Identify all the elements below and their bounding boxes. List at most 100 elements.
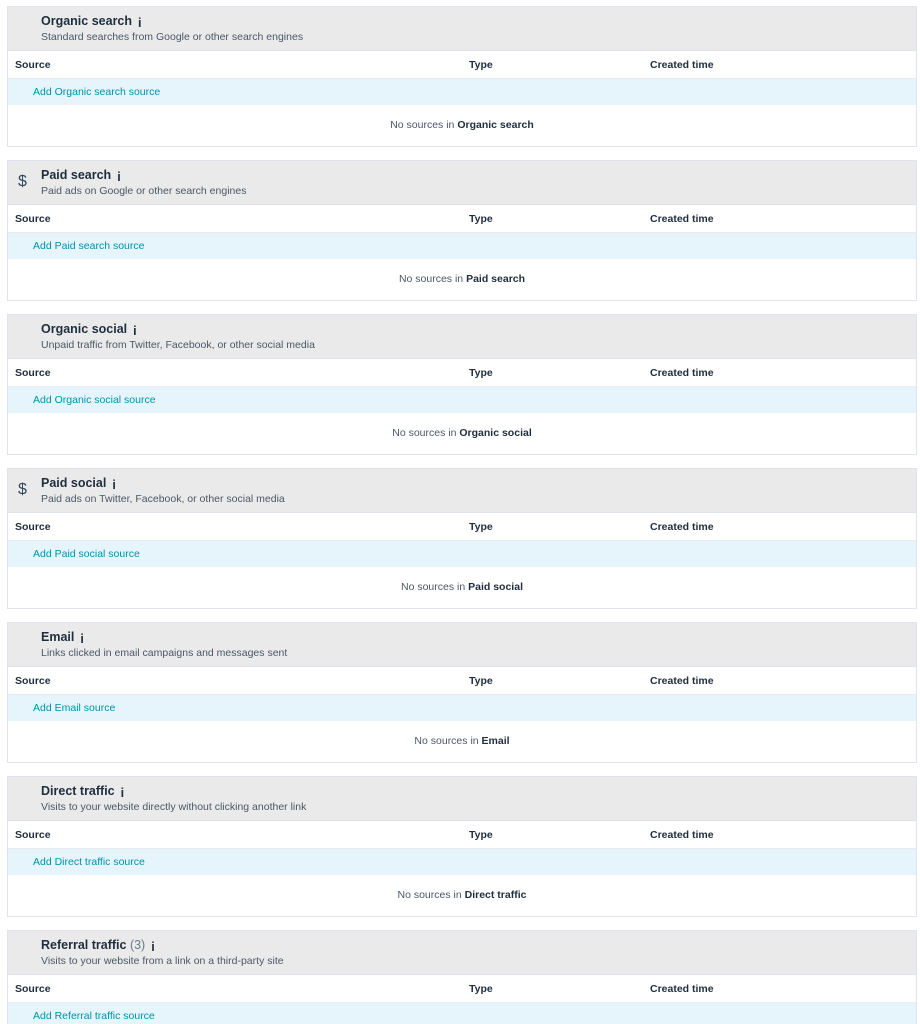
category-description: Unpaid traffic from Twitter, Facebook, o… <box>41 339 315 351</box>
source-count: (3) <box>129 938 146 952</box>
empty-state-category: Paid search <box>466 273 526 285</box>
column-header-created-time[interactable]: Created time <box>650 521 714 533</box>
column-header-type[interactable]: Type <box>469 521 493 533</box>
empty-state-message: No sources in Organic social <box>8 413 916 454</box>
plus-circle-icon <box>15 85 28 98</box>
add-source-label: Add Organic social source <box>33 394 156 406</box>
info-icon[interactable]: i <box>120 786 133 800</box>
category-description: Paid ads on Twitter, Facebook, or other … <box>41 493 285 505</box>
category-header: Organic social i Unpaid traffic from Twitt… <box>8 315 916 359</box>
category-title: Direct traffic i <box>41 784 133 800</box>
category-title-text: Email <box>41 630 75 644</box>
column-header-type[interactable]: Type <box>469 675 493 687</box>
column-header-source[interactable]: Source <box>15 367 51 379</box>
email-inbox-icon <box>18 635 32 649</box>
source-category-panel: Organic social i Unpaid traffic from Twitt… <box>7 314 917 455</box>
column-header-source[interactable]: Source <box>15 675 51 687</box>
add-source-label: Add Direct traffic source <box>33 856 145 868</box>
column-header-created-time[interactable]: Created time <box>650 59 714 71</box>
column-header-source[interactable]: Source <box>15 521 51 533</box>
chat-bubbles-icon <box>18 327 32 341</box>
column-header-type[interactable]: Type <box>469 59 493 71</box>
add-source-button[interactable]: Add Email source <box>8 695 916 721</box>
category-header: Organic search i Standard searches from Go… <box>8 7 916 51</box>
category-title-text: Paid search <box>41 168 112 182</box>
column-header-source[interactable]: Source <box>15 59 51 71</box>
category-title-text: Direct traffic <box>41 784 115 798</box>
empty-state-prefix: No sources in <box>390 119 458 131</box>
column-header-source[interactable]: Source <box>15 213 51 225</box>
info-icon[interactable]: i <box>133 324 145 338</box>
svg-text:i: i <box>120 786 125 800</box>
info-icon[interactable]: i <box>117 170 129 184</box>
svg-text:i: i <box>133 324 137 338</box>
add-source-button[interactable]: Add Direct traffic source <box>8 849 916 875</box>
column-header-created-time[interactable]: Created time <box>650 829 714 841</box>
traffic-sources-list: Organic search i Standard searches from Go… <box>0 0 920 1024</box>
category-title-text: Referral traffic <box>41 938 127 952</box>
info-icon[interactable]: i <box>112 478 124 492</box>
column-header-source[interactable]: Source <box>15 829 51 841</box>
table-header: Source Type Created time <box>8 513 916 541</box>
browser-window-icon <box>18 943 32 957</box>
add-source-button[interactable]: Add Organic search source <box>8 79 916 105</box>
category-description: Paid ads on Google or other search engin… <box>41 185 247 197</box>
table-header: Source Type Created time <box>8 205 916 233</box>
category-title: Email i <box>41 630 92 646</box>
column-header-type[interactable]: Type <box>469 367 493 379</box>
category-description: Visits to your website from a link on a … <box>41 955 284 967</box>
empty-state-prefix: No sources in <box>398 273 467 285</box>
category-header: Direct traffic i Visits to your website di… <box>8 777 916 821</box>
table-header: Source Type Created time <box>8 975 916 1003</box>
plus-circle-icon <box>15 547 28 560</box>
svg-text:$: $ <box>18 481 27 498</box>
info-icon[interactable]: i <box>138 16 150 30</box>
column-header-type[interactable]: Type <box>469 829 493 841</box>
info-icon[interactable]: i <box>151 940 163 954</box>
add-source-button[interactable]: Add Referral traffic source <box>8 1003 916 1024</box>
empty-state-prefix: No sources in <box>414 735 482 747</box>
add-source-label: Add Referral traffic source <box>33 1010 155 1022</box>
category-header: $ Paid search i Paid ads on Google or other… <box>8 161 916 205</box>
empty-state-message: No sources in Email <box>8 721 916 762</box>
category-title: Organic social i <box>41 322 145 338</box>
empty-state-category: Direct traffic <box>464 889 527 901</box>
column-header-type[interactable]: Type <box>469 983 493 995</box>
empty-state-message: No sources in Paid search <box>8 259 916 300</box>
svg-text:i: i <box>80 632 84 646</box>
column-header-created-time[interactable]: Created time <box>650 983 714 995</box>
svg-text:i: i <box>112 478 116 492</box>
source-category-panel: Direct traffic i Visits to your website di… <box>7 776 917 917</box>
column-header-created-time[interactable]: Created time <box>650 675 714 687</box>
search-dollar-icon: $ <box>18 173 32 190</box>
column-header-type[interactable]: Type <box>469 213 493 225</box>
source-category-panel: Email i Links clicked in email campaigns a… <box>7 622 917 763</box>
category-title-text: Paid social <box>41 476 107 490</box>
empty-state-message: No sources in Organic search <box>8 105 916 146</box>
category-title: Organic search i <box>41 14 150 30</box>
compass-icon <box>18 789 32 803</box>
category-title-text: Organic social <box>41 322 128 336</box>
table-header: Source Type Created time <box>8 51 916 79</box>
table-header: Source Type Created time <box>8 821 916 849</box>
empty-state-message: No sources in Direct traffic <box>8 875 916 916</box>
empty-state-prefix: No sources in <box>397 889 465 901</box>
add-source-label: Add Email source <box>33 702 116 714</box>
svg-text:i: i <box>117 170 121 184</box>
plus-circle-icon <box>15 701 28 714</box>
paid-chat-icon: $ <box>18 481 32 498</box>
category-description: Visits to your website directly without … <box>41 801 307 813</box>
column-header-created-time[interactable]: Created time <box>650 213 714 225</box>
plus-circle-icon <box>15 393 28 406</box>
add-source-button[interactable]: Add Paid social source <box>8 541 916 567</box>
add-source-button[interactable]: Add Paid search source <box>8 233 916 259</box>
category-title: Referral traffic (3) i <box>41 938 163 954</box>
empty-state-prefix: No sources in <box>401 581 469 593</box>
add-source-button[interactable]: Add Organic social source <box>8 387 916 413</box>
column-header-source[interactable]: Source <box>15 983 51 995</box>
category-header: Email i Links clicked in email campaigns a… <box>8 623 916 667</box>
info-icon[interactable]: i <box>80 632 92 646</box>
category-title-text: Organic search <box>41 14 133 28</box>
source-category-panel: Referral traffic (3) i Visits to your webs… <box>7 930 917 1024</box>
column-header-created-time[interactable]: Created time <box>650 367 714 379</box>
